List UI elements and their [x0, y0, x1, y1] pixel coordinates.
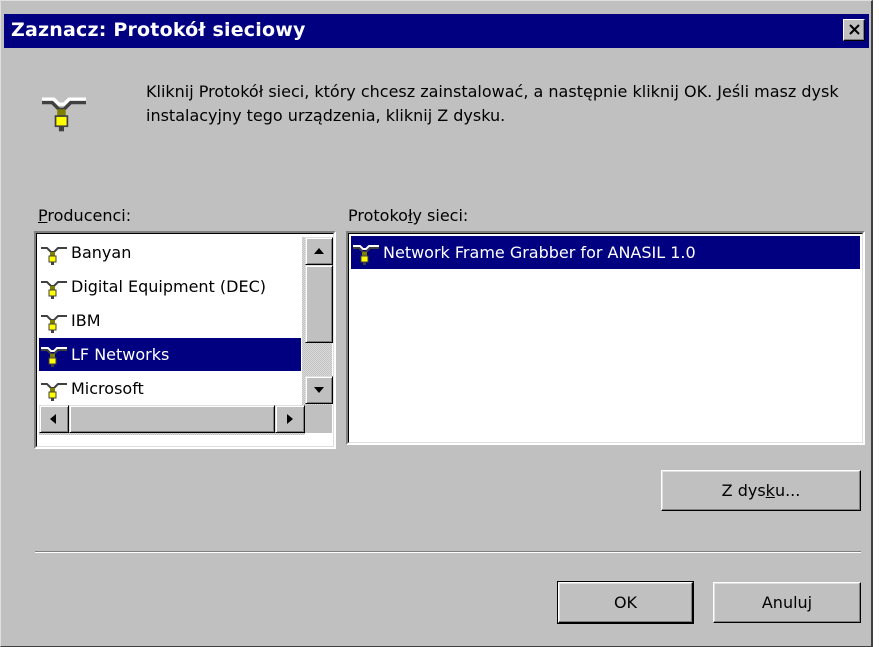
window-title: Zaznacz: Protokół sieciowy — [11, 19, 306, 41]
separator — [35, 551, 861, 553]
manufacturer-list-item[interactable]: LF Networks — [39, 338, 301, 371]
scroll-down-button[interactable] — [305, 376, 333, 404]
manufacturer-list-item[interactable]: Banyan — [39, 236, 301, 269]
manufacturer-item-label: Banyan — [71, 243, 132, 262]
cancel-button[interactable]: Anuluj — [713, 582, 861, 623]
arrow-left-icon — [50, 414, 56, 424]
manufacturer-list-item[interactable]: Microsoft — [39, 372, 301, 405]
close-icon — [849, 24, 860, 35]
network-protocol-icon — [40, 278, 68, 300]
manufacturers-list[interactable]: Banyan Digital Equipment (DEC) IBM LF Netwo… — [34, 231, 336, 449]
protocol-list-item[interactable]: Network Frame Grabber for ANASIL 1.0 — [351, 236, 860, 269]
protocols-label: Protokoły sieci: — [348, 206, 469, 225]
protocols-list[interactable]: Network Frame Grabber for ANASIL 1.0 — [346, 231, 865, 445]
network-protocol-icon — [40, 312, 68, 334]
title-bar[interactable]: Zaznacz: Protokół sieciowy — [4, 14, 869, 48]
manufacturer-list-item[interactable]: Digital Equipment (DEC) — [39, 270, 301, 303]
manufacturer-item-label: Microsoft — [71, 379, 144, 398]
manufacturer-item-label: IBM — [71, 311, 101, 330]
manufacturers-label: Producenci: — [38, 206, 132, 225]
arrow-up-icon — [314, 248, 324, 254]
protocol-item-label: Network Frame Grabber for ANASIL 1.0 — [383, 243, 696, 262]
scroll-right-button[interactable] — [275, 405, 305, 433]
arrow-right-icon — [287, 414, 293, 424]
vertical-scroll-thumb[interactable] — [305, 265, 333, 343]
scrollbar-corner — [305, 405, 332, 433]
manufacturer-item-label: LF Networks — [71, 345, 170, 364]
scroll-up-button[interactable] — [305, 237, 333, 265]
network-protocol-icon — [40, 380, 68, 402]
manufacturer-list-item[interactable]: IBM — [39, 304, 301, 337]
horizontal-scroll-thumb[interactable] — [69, 405, 275, 433]
manufacturer-item-label: Digital Equipment (DEC) — [71, 277, 266, 296]
select-network-protocol-dialog: Zaznacz: Protokół sieciowy Kliknij Proto… — [0, 0, 873, 647]
have-disk-button[interactable]: Z dys k u... — [661, 470, 861, 511]
network-protocol-icon — [40, 244, 68, 266]
arrow-down-icon — [314, 387, 324, 393]
close-button[interactable] — [843, 19, 865, 41]
network-protocol-icon — [40, 97, 88, 133]
network-protocol-icon — [352, 244, 380, 266]
instruction-text: Kliknij Protokół sieci, który chcesz zai… — [146, 82, 839, 125]
network-protocol-icon — [40, 346, 68, 368]
scroll-left-button[interactable] — [39, 405, 69, 433]
ok-button[interactable]: OK — [557, 581, 694, 624]
